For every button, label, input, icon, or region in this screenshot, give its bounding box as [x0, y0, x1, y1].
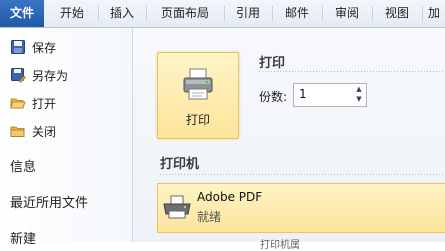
tab-insert[interactable]: 插入: [104, 0, 140, 27]
printer-status: 就绪: [197, 210, 222, 224]
save-icon: [10, 39, 26, 55]
sidebar-item-close[interactable]: 关闭: [10, 121, 56, 141]
print-heading: 打印: [259, 56, 286, 71]
tab-separator: [224, 6, 225, 21]
ribbon-tab-bar: 文件 开始 插入 页面布局 引用 邮件 审阅 视图 加: [0, 0, 445, 28]
sidebar-item-label: 保存: [32, 40, 57, 55]
spin-up-icon[interactable]: ▲: [354, 85, 364, 94]
sidebar-item-label: 打开: [32, 96, 57, 111]
tab-addins[interactable]: 加: [428, 0, 445, 27]
sidebar-section-recent[interactable]: 最近所用文件: [10, 192, 88, 211]
tab-separator: [98, 6, 99, 21]
printer-properties-link[interactable]: 打印机属: [260, 236, 300, 251]
close-folder-icon: [10, 123, 26, 139]
tab-separator: [272, 6, 273, 21]
tab-review[interactable]: 审阅: [328, 0, 366, 27]
sidebar-item-label: 关闭: [32, 124, 57, 139]
tab-separator: [372, 6, 373, 21]
sidebar-item-open[interactable]: 打开: [10, 93, 56, 113]
copies-value: 1: [299, 87, 307, 101]
tab-separator: [422, 6, 423, 21]
tab-view[interactable]: 视图: [378, 0, 416, 27]
printer-icon: [182, 67, 214, 107]
divider: [259, 71, 445, 72]
tab-references[interactable]: 引用: [230, 0, 266, 27]
tab-separator: [146, 6, 147, 21]
printer-name: Adobe PDF: [197, 190, 263, 204]
tab-page-layout[interactable]: 页面布局: [152, 0, 218, 27]
tab-mailings[interactable]: 邮件: [278, 0, 316, 27]
spin-down-icon[interactable]: ▼: [354, 95, 364, 104]
sidebar-section-new[interactable]: 新建: [10, 228, 36, 247]
tab-home[interactable]: 开始: [52, 0, 92, 27]
copies-label: 份数:: [259, 90, 288, 104]
backstage-sidebar: 保存 另存为 打开 关闭 信息 最近所用文件 新建: [0, 28, 133, 247]
printer-device-icon: [162, 194, 192, 224]
sidebar-item-label: 另存为: [32, 68, 69, 83]
sidebar-item-save[interactable]: 保存: [10, 37, 56, 57]
sidebar-item-save-as[interactable]: 另存为: [10, 65, 68, 85]
open-folder-icon: [10, 95, 26, 111]
copies-stepper[interactable]: 1 ▲ ▼: [293, 83, 367, 107]
sidebar-section-info[interactable]: 信息: [10, 156, 36, 175]
printer-heading: 打印机: [160, 157, 200, 172]
print-panel: 打印 打印 份数: 1 ▲ ▼ 打印机 Adobe PDF 就绪: [133, 28, 445, 242]
tab-separator: [322, 6, 323, 21]
print-button[interactable]: 打印: [157, 52, 239, 139]
printer-selector[interactable]: Adobe PDF 就绪: [157, 183, 445, 233]
save-as-icon: [10, 67, 26, 83]
divider: [160, 174, 445, 175]
print-button-label: 打印: [185, 113, 210, 127]
tab-file[interactable]: 文件: [0, 0, 44, 27]
